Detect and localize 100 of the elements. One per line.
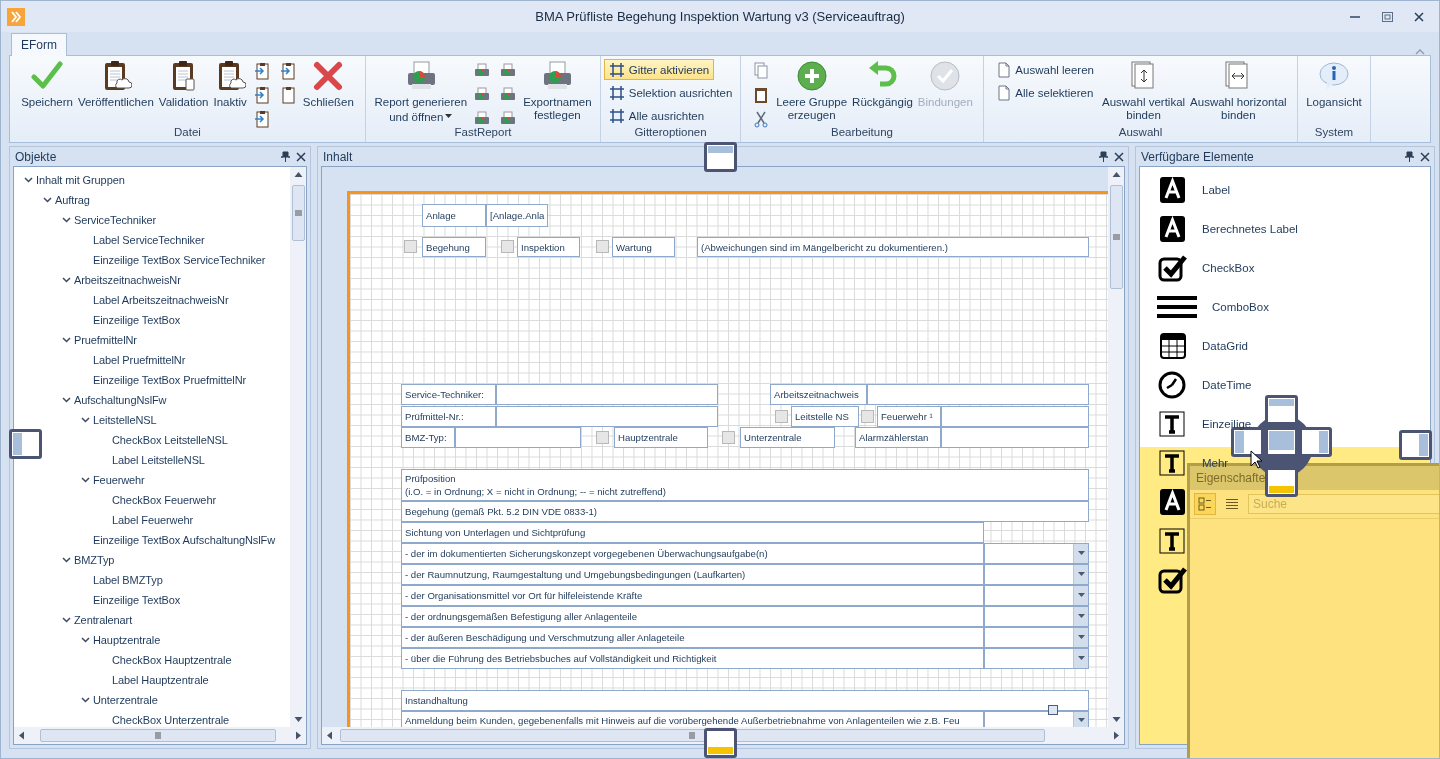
form-checkbox[interactable] — [775, 410, 788, 423]
pin-icon[interactable] — [1099, 151, 1108, 162]
scroll-thumb[interactable] — [291, 185, 305, 241]
tree-item[interactable]: Label Feuerwehr — [112, 514, 194, 526]
element-item[interactable]: ComboBox — [1212, 300, 1269, 313]
form-checkbox[interactable] — [404, 240, 417, 253]
element-item[interactable]: Label — [1202, 183, 1231, 196]
ribbon-button[interactable]: Validation — [156, 58, 211, 111]
categorized-button[interactable] — [1194, 493, 1216, 515]
chevron-icon[interactable] — [62, 217, 71, 223]
tree-item[interactable]: Unterzentrale — [93, 694, 158, 706]
scissors-icon[interactable] — [753, 110, 770, 128]
form-label[interactable]: Prüfmittel-Nr.: — [401, 406, 496, 427]
ribbon-small-button[interactable]: Gitter aktivieren — [603, 59, 715, 80]
tree-item[interactable]: CheckBox LeitstelleNSL — [112, 434, 228, 446]
chevron-icon[interactable] — [81, 417, 90, 423]
tree-item[interactable]: BMZTyp — [74, 554, 115, 566]
scroll-thumb[interactable] — [340, 729, 1045, 742]
form-label[interactable]: Alarmzählerstan — [855, 427, 941, 448]
tree-item[interactable]: Label BMZTyp — [93, 574, 163, 586]
ribbon-button[interactable]: Inaktiv — [211, 58, 249, 111]
tree-item[interactable]: Einzeilige TextBox — [93, 594, 181, 606]
form-label[interactable]: - der Organisationsmittel vor Ort für hilfeleistende Kräfte — [401, 585, 984, 606]
tree-item[interactable]: ArbeitszeitnachweisNr — [74, 274, 181, 286]
form-label[interactable]: Begehung — [422, 237, 486, 257]
form-label[interactable]: Arbeitszeitnachweis — [770, 384, 867, 405]
chevron-icon[interactable] — [62, 557, 71, 563]
tree-item[interactable]: Label Hauptzentrale — [112, 674, 209, 686]
chevron-icon[interactable] — [62, 277, 71, 283]
element-item[interactable]: DataGrid — [1202, 339, 1249, 352]
ribbon-button[interactable]: Exportnamen festlegen — [521, 58, 594, 124]
ribbon-button[interactable]: Speichern — [19, 58, 75, 111]
form-field[interactable] — [496, 384, 718, 405]
ribbon-button[interactable]: Auswahl vertikal binden — [1100, 58, 1188, 124]
scroll-thumb[interactable] — [40, 729, 276, 742]
tree-item[interactable]: Einzeilige TextBox AufschaltungNslFw — [93, 534, 276, 546]
dock-target[interactable] — [1299, 427, 1332, 457]
ribbon-small-button[interactable]: Alle selektieren — [992, 82, 1099, 103]
form-label[interactable]: BMZ-Typ: — [401, 427, 455, 448]
form-checkbox[interactable] — [722, 431, 735, 444]
ribbon-button[interactable]: Veröffentlichen — [75, 58, 156, 111]
tree-item[interactable]: Zentralenart — [74, 614, 133, 626]
form-field[interactable] — [496, 406, 718, 427]
form-checkbox[interactable] — [596, 431, 609, 444]
form-label[interactable]: Begehung (gemäß Pkt. 5.2 DIN VDE 0833-1) — [401, 501, 1089, 522]
form-field[interactable] — [941, 406, 1089, 427]
dock-target[interactable] — [1265, 467, 1298, 497]
close-icon[interactable] — [1420, 151, 1430, 162]
tree-item[interactable]: Auftrag — [55, 194, 90, 206]
form-field[interactable] — [455, 427, 581, 448]
scroll-thumb[interactable] — [1109, 185, 1123, 289]
close-icon[interactable] — [1414, 11, 1424, 22]
tree-item[interactable]: LeitstelleNSL — [93, 414, 157, 426]
form-label[interactable]: Prüfposition (i.O. = in Ordnung; X = nicht in Ordnung; -- = nicht zutreffend) — [401, 469, 1089, 501]
form-label[interactable]: - der äußeren Beschädigung und Verschmutzung aller Anlageteile — [401, 627, 984, 648]
form-checkbox[interactable] — [596, 240, 609, 253]
form-label[interactable]: Anlage — [422, 204, 486, 227]
form-checkbox[interactable] — [861, 410, 874, 423]
dock-target[interactable] — [704, 728, 737, 758]
pin-icon[interactable] — [1405, 151, 1414, 162]
form-label[interactable]: Unterzentrale — [740, 427, 835, 448]
form-field[interactable]: [Anlage.Anla — [486, 204, 548, 227]
dock-target[interactable] — [9, 429, 42, 459]
dock-target[interactable] — [1265, 395, 1298, 425]
form-field[interactable] — [941, 427, 1089, 448]
tree-item[interactable]: AufschaltungNslFw — [74, 394, 167, 406]
form-label[interactable]: Hauptzentrale — [614, 427, 708, 448]
ribbon-small-button[interactable]: Alle ausrichten — [603, 105, 710, 126]
tree-item[interactable]: Inhalt mit Gruppen — [36, 174, 125, 186]
tree-item[interactable]: Label ServiceTechniker — [93, 234, 205, 246]
dock-target[interactable] — [1265, 427, 1298, 457]
paste-icon[interactable] — [753, 86, 770, 104]
form-label[interactable]: - über die Führung des Betriebsbuches auf Vollständigkeit und Richtigkeit — [401, 648, 984, 669]
tree-item[interactable]: Label LeitstelleNSL — [112, 454, 205, 466]
chevron-icon[interactable] — [62, 397, 71, 403]
form-label[interactable]: Wartung — [612, 237, 675, 257]
form-label[interactable]: Leitstelle NS — [791, 406, 859, 427]
ribbon-button[interactable]: Rückgängig — [850, 58, 915, 111]
tree-item[interactable]: Einzeilige TextBox PruefmittelNr — [93, 374, 247, 386]
chevron-icon[interactable] — [81, 637, 90, 643]
tree-item[interactable]: Einzeilige TextBox ServiceTechniker — [93, 254, 266, 266]
form-label[interactable]: Anmeldung beim Kunden, gegebenenfalls mit Hinweis auf die vorübergehende Außerbetriebnahme von Anlagenteilen wie z.B. Feu — [401, 711, 984, 727]
chevron-icon[interactable] — [43, 197, 52, 203]
horizontal-scrollbar[interactable] — [322, 727, 1124, 744]
form-label[interactable]: Service-Techniker: — [401, 384, 496, 405]
close-icon[interactable] — [296, 151, 306, 162]
vertical-scrollbar[interactable] — [1108, 167, 1124, 727]
pin-icon[interactable] — [281, 151, 290, 162]
form-label[interactable]: Feuerwehr ¹ — [877, 406, 941, 427]
tree-item[interactable]: CheckBox Feuerwehr — [112, 494, 216, 506]
ribbon-small-button[interactable]: Selektion ausrichten — [603, 82, 738, 103]
form-label[interactable]: Instandhaltung — [401, 690, 1089, 711]
dock-target[interactable] — [704, 142, 737, 172]
chevron-icon[interactable] — [81, 697, 90, 703]
element-item[interactable]: Berechnetes Label — [1202, 222, 1298, 235]
tree-item[interactable]: CheckBox Unterzentrale — [112, 714, 230, 726]
tree-item[interactable]: Label PruefmittelNr — [93, 354, 186, 366]
ribbon-button[interactable]: Report generieren und öffnen — [372, 58, 470, 126]
tree-item[interactable]: Hauptzentrale — [93, 634, 161, 646]
clipboard-icon[interactable] — [279, 86, 296, 104]
